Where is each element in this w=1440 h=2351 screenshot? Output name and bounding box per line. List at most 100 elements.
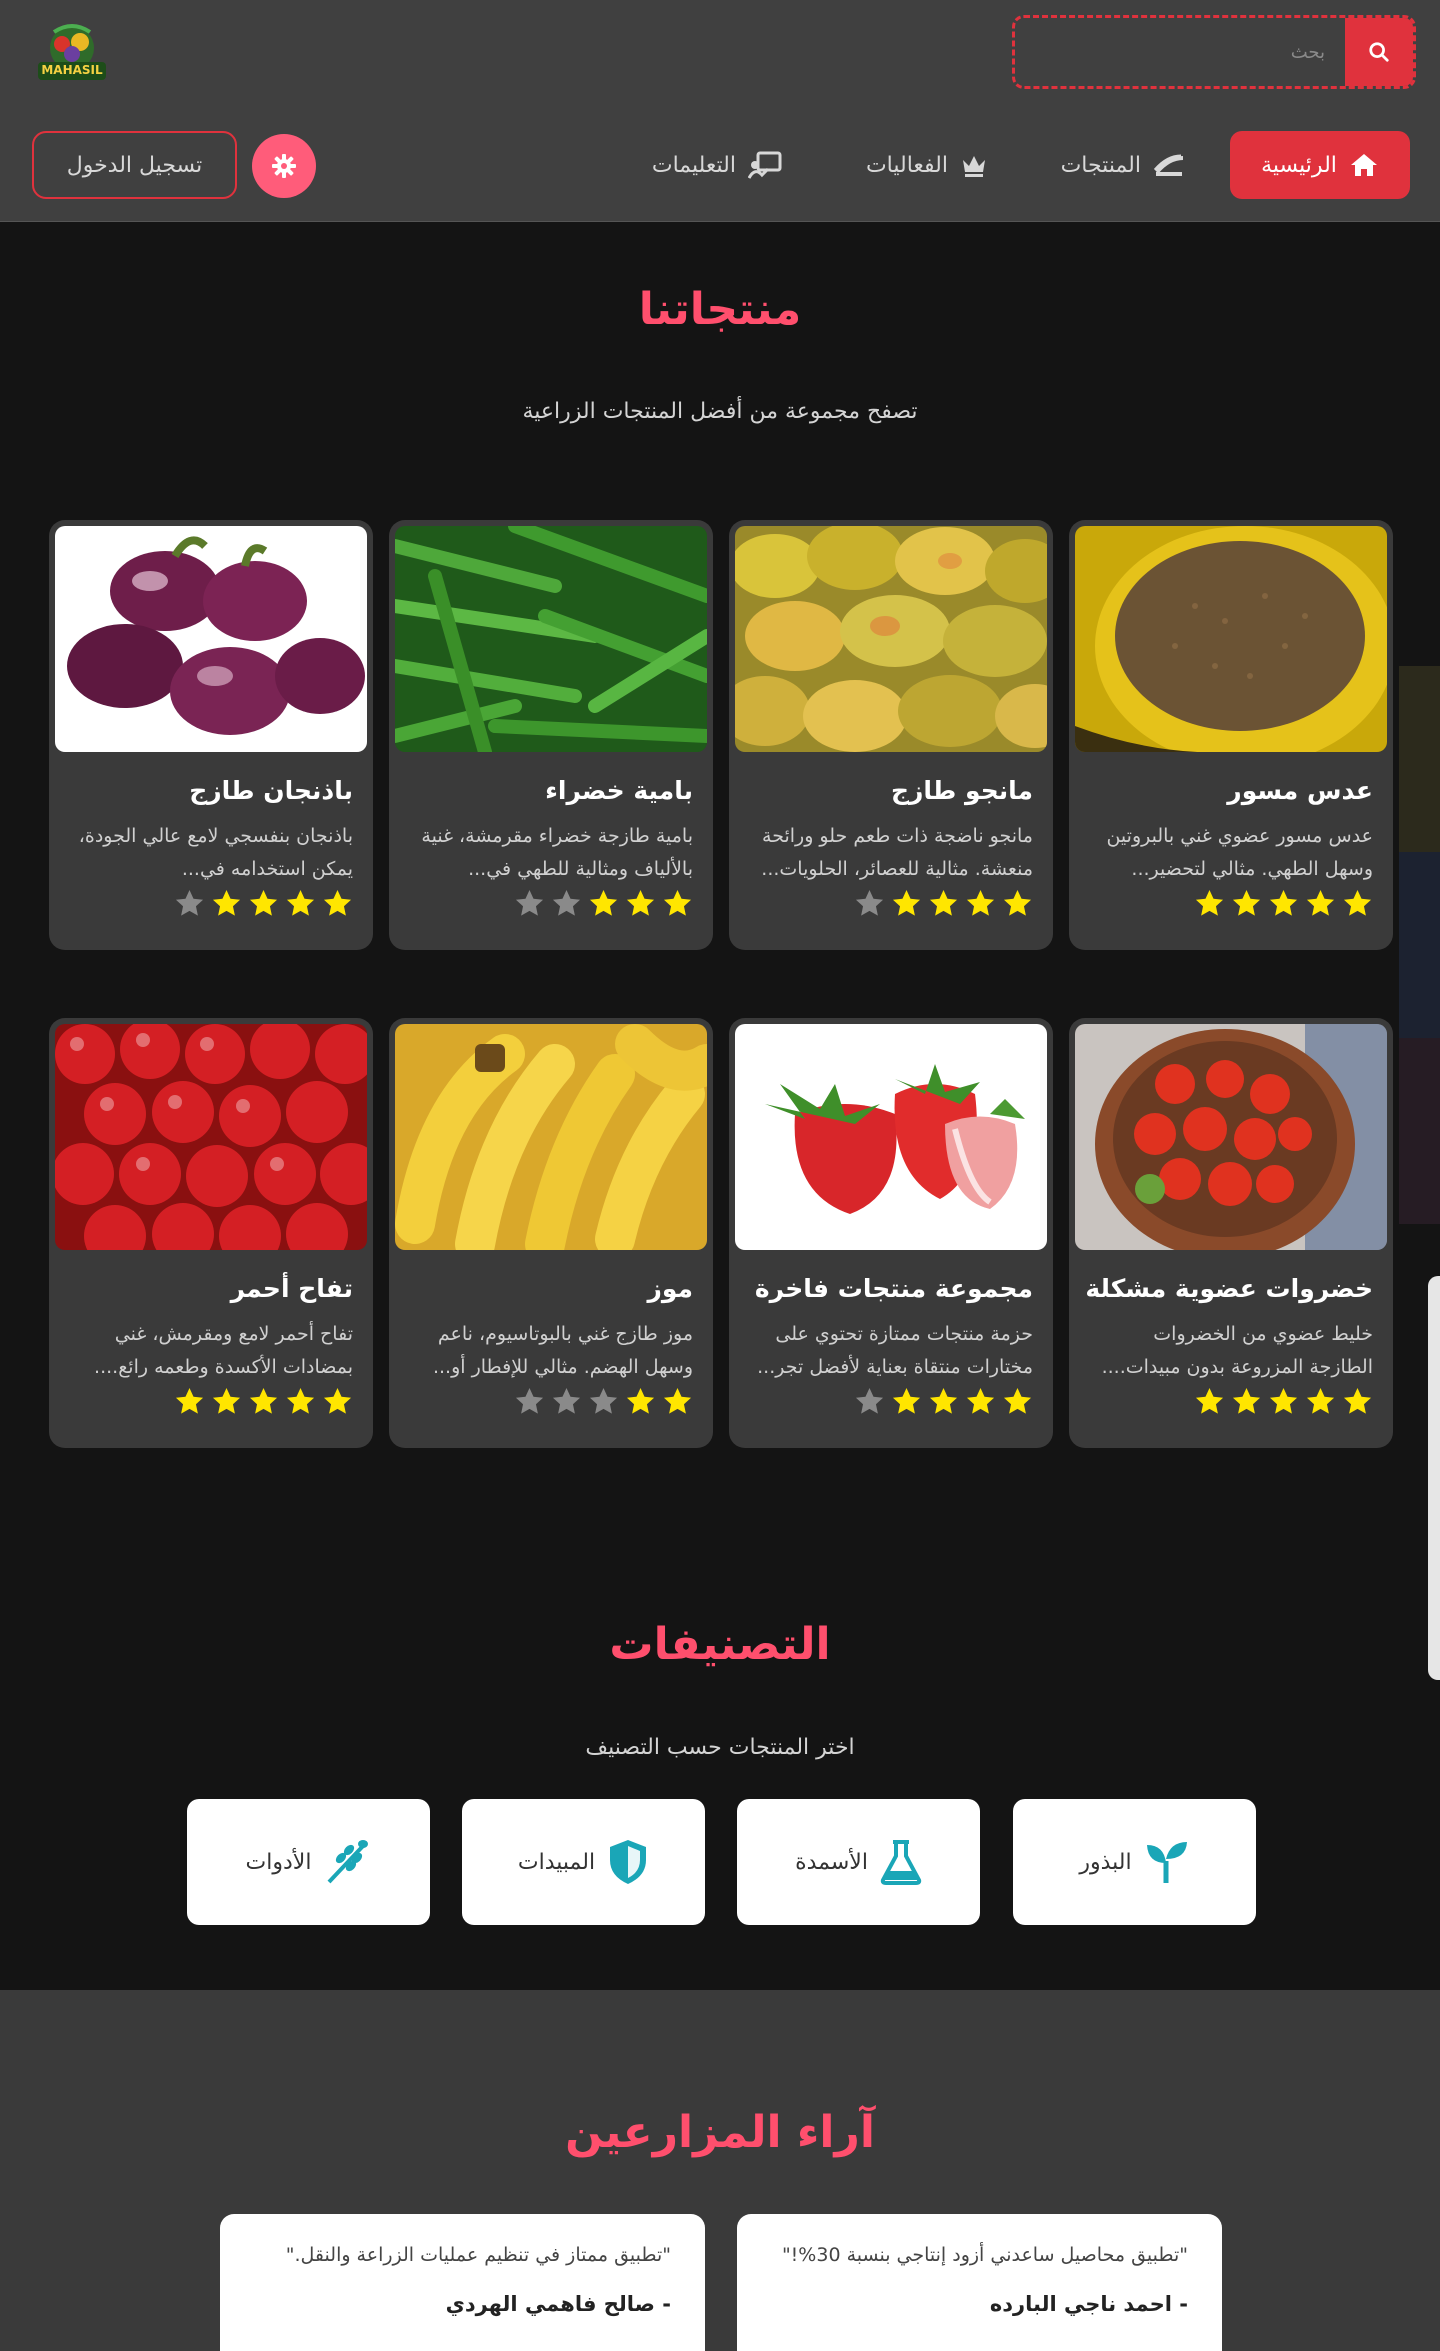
product-image-banana <box>395 1024 707 1250</box>
star-filled-icon <box>1343 889 1372 916</box>
star-filled-icon <box>286 1387 315 1414</box>
product-card[interactable]: تفاح أحمر تفاح أحمر لامع ومقرمش، غني بمض… <box>49 1018 373 1448</box>
category-pesticides[interactable]: المبيدات <box>462 1799 705 1925</box>
product-title: خضروات عضوية مشكلة <box>1085 1274 1373 1303</box>
product-card[interactable]: مجموعة منتجات فاخرة حزمة منتجات ممتازة ت… <box>729 1018 1053 1448</box>
product-card[interactable]: عدس مسور عدس مسور عضوي غني بالبروتين وسه… <box>1069 520 1393 950</box>
testimonials-section <box>0 1990 1440 2351</box>
categories-subtitle: اختر المنتجات حسب التصنيف <box>585 1735 855 1760</box>
product-title: مجموعة منتجات فاخرة <box>754 1274 1033 1303</box>
product-image-tomatoes <box>1075 1024 1387 1250</box>
product-image-mango <box>735 526 1047 752</box>
star-empty-icon <box>175 889 204 916</box>
product-title: مانجو طازج <box>891 776 1033 805</box>
product-image-eggplant <box>55 526 367 752</box>
login-button[interactable]: تسجيل الدخول <box>32 131 237 199</box>
settings-button[interactable] <box>252 134 316 198</box>
star-filled-icon <box>1195 889 1224 916</box>
star-filled-icon <box>323 889 352 916</box>
product-desc: مانجو ناضجة ذات طعم حلو ورائحة منعشة. مث… <box>761 825 1033 880</box>
categories-title: التصنيفات <box>609 1619 831 1670</box>
star-filled-icon <box>1232 889 1261 916</box>
product-card[interactable]: موز موز طازج غني بالبوتاسيوم، ناعم وسهل … <box>389 1018 713 1448</box>
star-filled-icon <box>1306 1387 1335 1414</box>
product-card[interactable]: خضروات عضوية مشكلة خليط عضوي من الخضروات… <box>1069 1018 1393 1448</box>
product-desc: باذنجان بنفسجي لامع عالي الجودة، يمكن اس… <box>78 825 353 880</box>
shield-icon <box>610 1840 647 1884</box>
star-filled-icon <box>663 889 692 916</box>
nav-tutorials[interactable]: التعليمات <box>640 131 782 199</box>
testimonial-card: "تطبيق ممتاز في تنظيم عمليات الزراعة وال… <box>220 2214 705 2351</box>
logo-text: MAHASIL <box>41 63 103 77</box>
teacher-board-icon <box>748 151 782 179</box>
category-fertilizers[interactable]: الأسمدة <box>737 1799 980 1925</box>
site-logo[interactable]: MAHASIL <box>32 18 112 90</box>
star-filled-icon <box>966 1387 995 1414</box>
side-strip <box>1399 852 1440 1038</box>
product-desc: بامية طازجة خضراء مقرمشة، غنية بالألياف … <box>421 825 693 880</box>
product-title: عدس مسور <box>1227 776 1373 805</box>
site-header: MAHASIL الرئيسية المنتجات الفعاليات التع… <box>0 0 1440 222</box>
star-filled-icon <box>626 1387 655 1414</box>
star-filled-icon <box>323 1387 352 1414</box>
nav-home-label: الرئيسية <box>1261 152 1337 178</box>
star-empty-icon <box>552 889 581 916</box>
product-desc: حزمة منتجات ممتازة تحتوي على مختارات منت… <box>757 1323 1033 1378</box>
products-title: منتجاتنا <box>638 284 802 335</box>
star-filled-icon <box>892 889 921 916</box>
rating-stars <box>174 888 353 919</box>
testimonial-author: - صالح فاهمي الهردي <box>445 2292 671 2316</box>
nav-events[interactable]: الفعاليات <box>852 131 988 199</box>
wheat-tool-icon <box>327 1840 369 1884</box>
star-filled-icon <box>892 1387 921 1414</box>
star-empty-icon <box>589 1387 618 1414</box>
product-title: باذنجان طازج <box>189 776 353 805</box>
star-filled-icon <box>249 1387 278 1414</box>
nav-products-label: المنتجات <box>1060 152 1141 178</box>
star-filled-icon <box>1269 1387 1298 1414</box>
nav-tutorials-label: التعليمات <box>651 152 736 178</box>
search-input[interactable] <box>1015 18 1347 86</box>
products-subtitle: تصفح مجموعة من أفضل المنتجات الزراعية <box>522 399 918 424</box>
product-card[interactable]: مانجو طازج مانجو ناضجة ذات طعم حلو ورائح… <box>729 520 1053 950</box>
rating-stars <box>854 1386 1033 1417</box>
star-empty-icon <box>855 1387 884 1414</box>
star-filled-icon <box>929 1387 958 1414</box>
category-label: البذور <box>1079 1849 1132 1875</box>
product-card[interactable]: باذنجان طازج باذنجان بنفسجي لامع عالي ال… <box>49 520 373 950</box>
star-filled-icon <box>212 889 241 916</box>
rating-stars <box>1194 1386 1373 1417</box>
star-filled-icon <box>1306 889 1335 916</box>
star-filled-icon <box>663 1387 692 1414</box>
rating-stars <box>514 888 693 919</box>
category-tools[interactable]: الأدوات <box>187 1799 430 1925</box>
product-card[interactable]: بامية خضراء بامية طازجة خضراء مقرمشة، غن… <box>389 520 713 950</box>
star-filled-icon <box>1343 1387 1372 1414</box>
search-button[interactable] <box>1345 18 1413 86</box>
star-filled-icon <box>966 889 995 916</box>
star-empty-icon <box>515 1387 544 1414</box>
product-image-lentils <box>1075 526 1387 752</box>
category-seeds[interactable]: البذور <box>1013 1799 1256 1925</box>
nav-home[interactable]: الرئيسية <box>1230 131 1410 199</box>
star-filled-icon <box>1195 1387 1224 1414</box>
search-box <box>1012 15 1416 89</box>
category-label: الأدوات <box>245 1849 312 1875</box>
side-strip <box>1399 666 1440 852</box>
star-filled-icon <box>1003 889 1032 916</box>
star-empty-icon <box>515 889 544 916</box>
search-icon <box>1369 42 1389 62</box>
products-icon <box>1153 154 1184 176</box>
star-filled-icon <box>929 889 958 916</box>
star-filled-icon <box>212 1387 241 1414</box>
product-title: بامية خضراء <box>545 776 693 805</box>
flask-icon <box>880 1840 922 1885</box>
product-image-okra <box>395 526 707 752</box>
rating-stars <box>174 1386 353 1417</box>
nav-products[interactable]: المنتجات <box>1055 131 1185 199</box>
home-icon <box>1350 154 1377 176</box>
star-filled-icon <box>1003 1387 1032 1414</box>
side-strip <box>1399 1038 1440 1224</box>
seedling-icon <box>1146 1842 1187 1883</box>
testimonial-card: "تطبيق محاصيل ساعدني أزود إنتاجي بنسبة 3… <box>737 2214 1222 2351</box>
